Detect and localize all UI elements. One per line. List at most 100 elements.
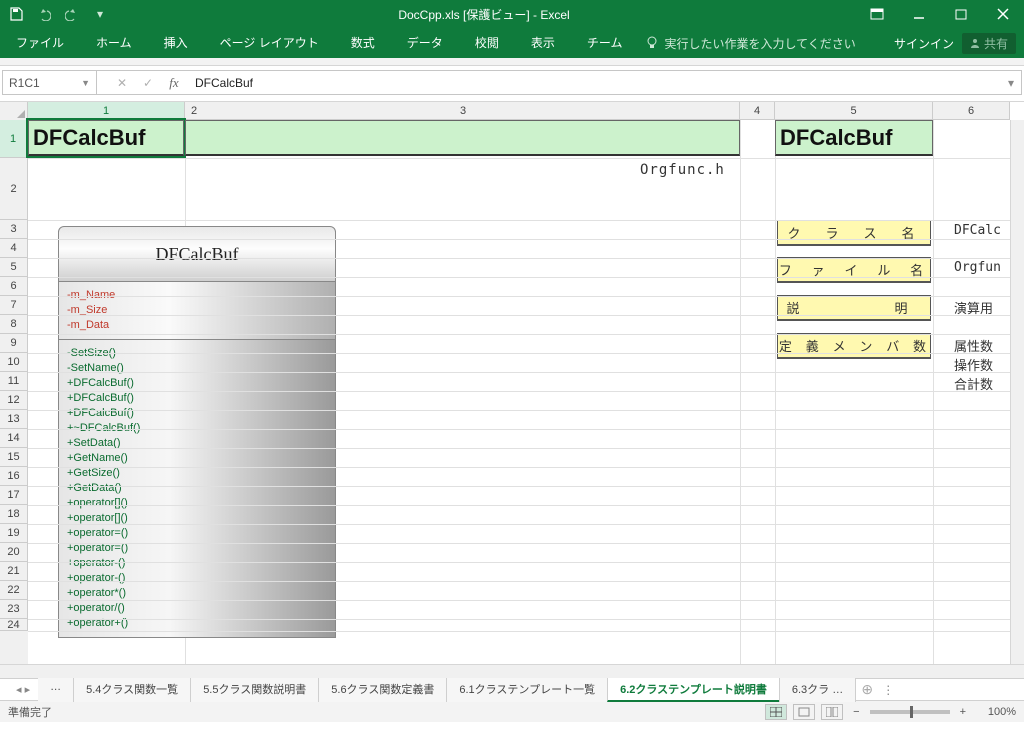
- select-all-triangle[interactable]: [0, 102, 28, 120]
- row-header[interactable]: 11: [0, 372, 28, 391]
- title-bar: ▾ DocCpp.xls [保護ビュー] - Excel: [0, 0, 1024, 28]
- tab-review[interactable]: 校閲: [459, 28, 515, 58]
- undo-icon[interactable]: [32, 2, 56, 26]
- tab-home[interactable]: ホーム: [80, 28, 148, 58]
- zoom-in-icon[interactable]: +: [956, 706, 970, 718]
- label-description: 説 明: [777, 295, 931, 321]
- row-header[interactable]: 9: [0, 334, 28, 353]
- ribbon-display-icon[interactable]: [856, 0, 898, 28]
- row-header[interactable]: 6: [0, 277, 28, 296]
- add-sheet-icon[interactable]: ⊕: [856, 681, 878, 698]
- sheet-tab[interactable]: …: [38, 677, 74, 702]
- column-header[interactable]: 23: [185, 102, 740, 120]
- cell-r1c1[interactable]: DFCalcBuf: [28, 120, 184, 156]
- row-header[interactable]: 10: [0, 353, 28, 372]
- row-header[interactable]: 3: [0, 220, 28, 239]
- sheet-tab[interactable]: 5.6クラス関数定義書: [318, 677, 447, 702]
- tab-view[interactable]: 表示: [515, 28, 571, 58]
- sheet-tab[interactable]: 5.5クラス関数説明書: [190, 677, 319, 702]
- tab-data[interactable]: データ: [391, 28, 459, 58]
- column-header[interactable]: 6: [933, 102, 1010, 120]
- row-header[interactable]: 19: [0, 524, 28, 543]
- label-member-count: 定 義 メ ン バ 数: [777, 333, 931, 359]
- cell-file-value: Orgfun: [954, 260, 1001, 275]
- tell-me-search[interactable]: 実行したい作業を入力してください: [638, 35, 863, 52]
- enter-formula-icon[interactable]: ✓: [135, 71, 161, 94]
- cells-area[interactable]: DFCalcBuf DFCalcBuf Orgfunc.h ク ラ ス 名 フ …: [28, 120, 1010, 664]
- row-header[interactable]: 2: [0, 158, 28, 220]
- row-header[interactable]: 18: [0, 505, 28, 524]
- sheet-tab[interactable]: 6.3クラ …: [779, 677, 856, 702]
- cancel-formula-icon[interactable]: ✕: [109, 71, 135, 94]
- row-headers: 123456789101112131415161718192021222324: [0, 120, 28, 664]
- cell-class-value: DFCalc: [954, 223, 1001, 238]
- zoom-level[interactable]: 100%: [976, 706, 1016, 718]
- tell-me-placeholder: 実行したい作業を入力してください: [664, 35, 855, 52]
- row-header[interactable]: 20: [0, 543, 28, 562]
- row-header[interactable]: 17: [0, 486, 28, 505]
- sheet-tab[interactable]: 6.2クラステンプレート説明書: [607, 677, 780, 702]
- row-header[interactable]: 13: [0, 410, 28, 429]
- fx-icon[interactable]: fx: [161, 71, 187, 94]
- uml-title: DFCalcBuf: [58, 226, 336, 282]
- row-header[interactable]: 15: [0, 448, 28, 467]
- row-header[interactable]: 16: [0, 467, 28, 486]
- redo-icon[interactable]: [60, 2, 84, 26]
- tab-menu-icon[interactable]: ⋮: [882, 683, 894, 697]
- row-header[interactable]: 21: [0, 562, 28, 581]
- save-icon[interactable]: [4, 2, 28, 26]
- signin-link[interactable]: サインイン: [894, 35, 954, 52]
- formula-input[interactable]: DFCalcBuf: [187, 76, 1001, 90]
- formula-bar: R1C1 ▼ ✕ ✓ fx DFCalcBuf ▾: [0, 70, 1024, 102]
- name-box[interactable]: R1C1 ▼: [3, 71, 97, 94]
- tab-team[interactable]: チーム: [571, 28, 639, 58]
- tab-pagelayout[interactable]: ページ レイアウト: [204, 28, 335, 58]
- row-header[interactable]: 8: [0, 315, 28, 334]
- minimize-icon[interactable]: [898, 0, 940, 28]
- uml-attributes: -m_Name-m_Size-m_Data: [58, 282, 336, 340]
- cell-orgfunc: Orgfunc.h: [640, 162, 725, 178]
- maximize-icon[interactable]: [940, 0, 982, 28]
- status-ready: 準備完了: [8, 704, 52, 720]
- person-icon: [970, 38, 980, 48]
- column-header[interactable]: 4: [740, 102, 775, 120]
- row-header[interactable]: 5: [0, 258, 28, 277]
- tab-file[interactable]: ファイル: [0, 28, 80, 58]
- row-header[interactable]: 24: [0, 619, 28, 631]
- chevron-down-icon[interactable]: ▼: [81, 78, 90, 88]
- share-label: 共有: [984, 35, 1008, 52]
- row-header[interactable]: 12: [0, 391, 28, 410]
- cell-r1c2[interactable]: [185, 120, 740, 156]
- qat-customize-icon[interactable]: ▾: [88, 2, 112, 26]
- page-break-icon[interactable]: [821, 704, 843, 720]
- row-header[interactable]: 1: [0, 120, 28, 158]
- ribbon: ファイル ホーム 挿入 ページ レイアウト 数式 データ 校閲 表示 チーム 実…: [0, 28, 1024, 58]
- share-button[interactable]: 共有: [962, 33, 1016, 54]
- tab-insert[interactable]: 挿入: [148, 28, 204, 58]
- sheet-tab[interactable]: 6.1クラステンプレート一覧: [446, 677, 608, 702]
- uml-operations: -SetSize()-SetName()+DFCalcBuf()+DFCalcB…: [58, 340, 336, 638]
- column-header[interactable]: 5: [775, 102, 933, 120]
- tab-nav-buttons[interactable]: ◂ ▸: [8, 683, 38, 696]
- row-header[interactable]: 14: [0, 429, 28, 448]
- row-header[interactable]: 7: [0, 296, 28, 315]
- zoom-slider[interactable]: [870, 710, 950, 714]
- close-icon[interactable]: [982, 0, 1024, 28]
- sheet-tab[interactable]: 5.4クラス関数一覧: [73, 677, 191, 702]
- column-headers: 1 23 4 5 6: [0, 102, 1010, 120]
- zoom-out-icon[interactable]: −: [849, 706, 863, 718]
- label-class-name: ク ラ ス 名: [777, 220, 931, 246]
- page-layout-icon[interactable]: [793, 704, 815, 720]
- status-bar: 準備完了 − + 100%: [0, 700, 1024, 722]
- tab-formulas[interactable]: 数式: [335, 28, 391, 58]
- row-header[interactable]: 4: [0, 239, 28, 258]
- normal-view-icon[interactable]: [765, 704, 787, 720]
- column-header[interactable]: 1: [28, 102, 185, 120]
- row-header[interactable]: 22: [0, 581, 28, 600]
- horizontal-scrollbar[interactable]: [0, 664, 1024, 678]
- worksheet-grid[interactable]: 1 23 4 5 6 12345678910111213141516171819…: [0, 102, 1024, 678]
- cell-r1c5[interactable]: DFCalcBuf: [775, 120, 933, 156]
- expand-formula-icon[interactable]: ▾: [1001, 76, 1021, 90]
- vertical-scrollbar[interactable]: [1010, 120, 1024, 664]
- row-header[interactable]: 23: [0, 600, 28, 619]
